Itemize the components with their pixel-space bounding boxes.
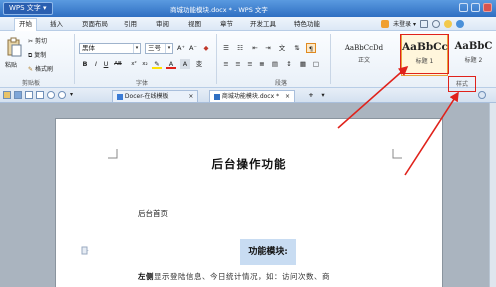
annotation-arrows — [337, 65, 459, 176]
wps-window: WPS 文字 ▾ 商城功能模块.docx * - WPS 文字 开始 插入 页面… — [0, 0, 496, 287]
annotation-arrow — [337, 65, 409, 129]
annotation-arrow — [404, 91, 459, 176]
